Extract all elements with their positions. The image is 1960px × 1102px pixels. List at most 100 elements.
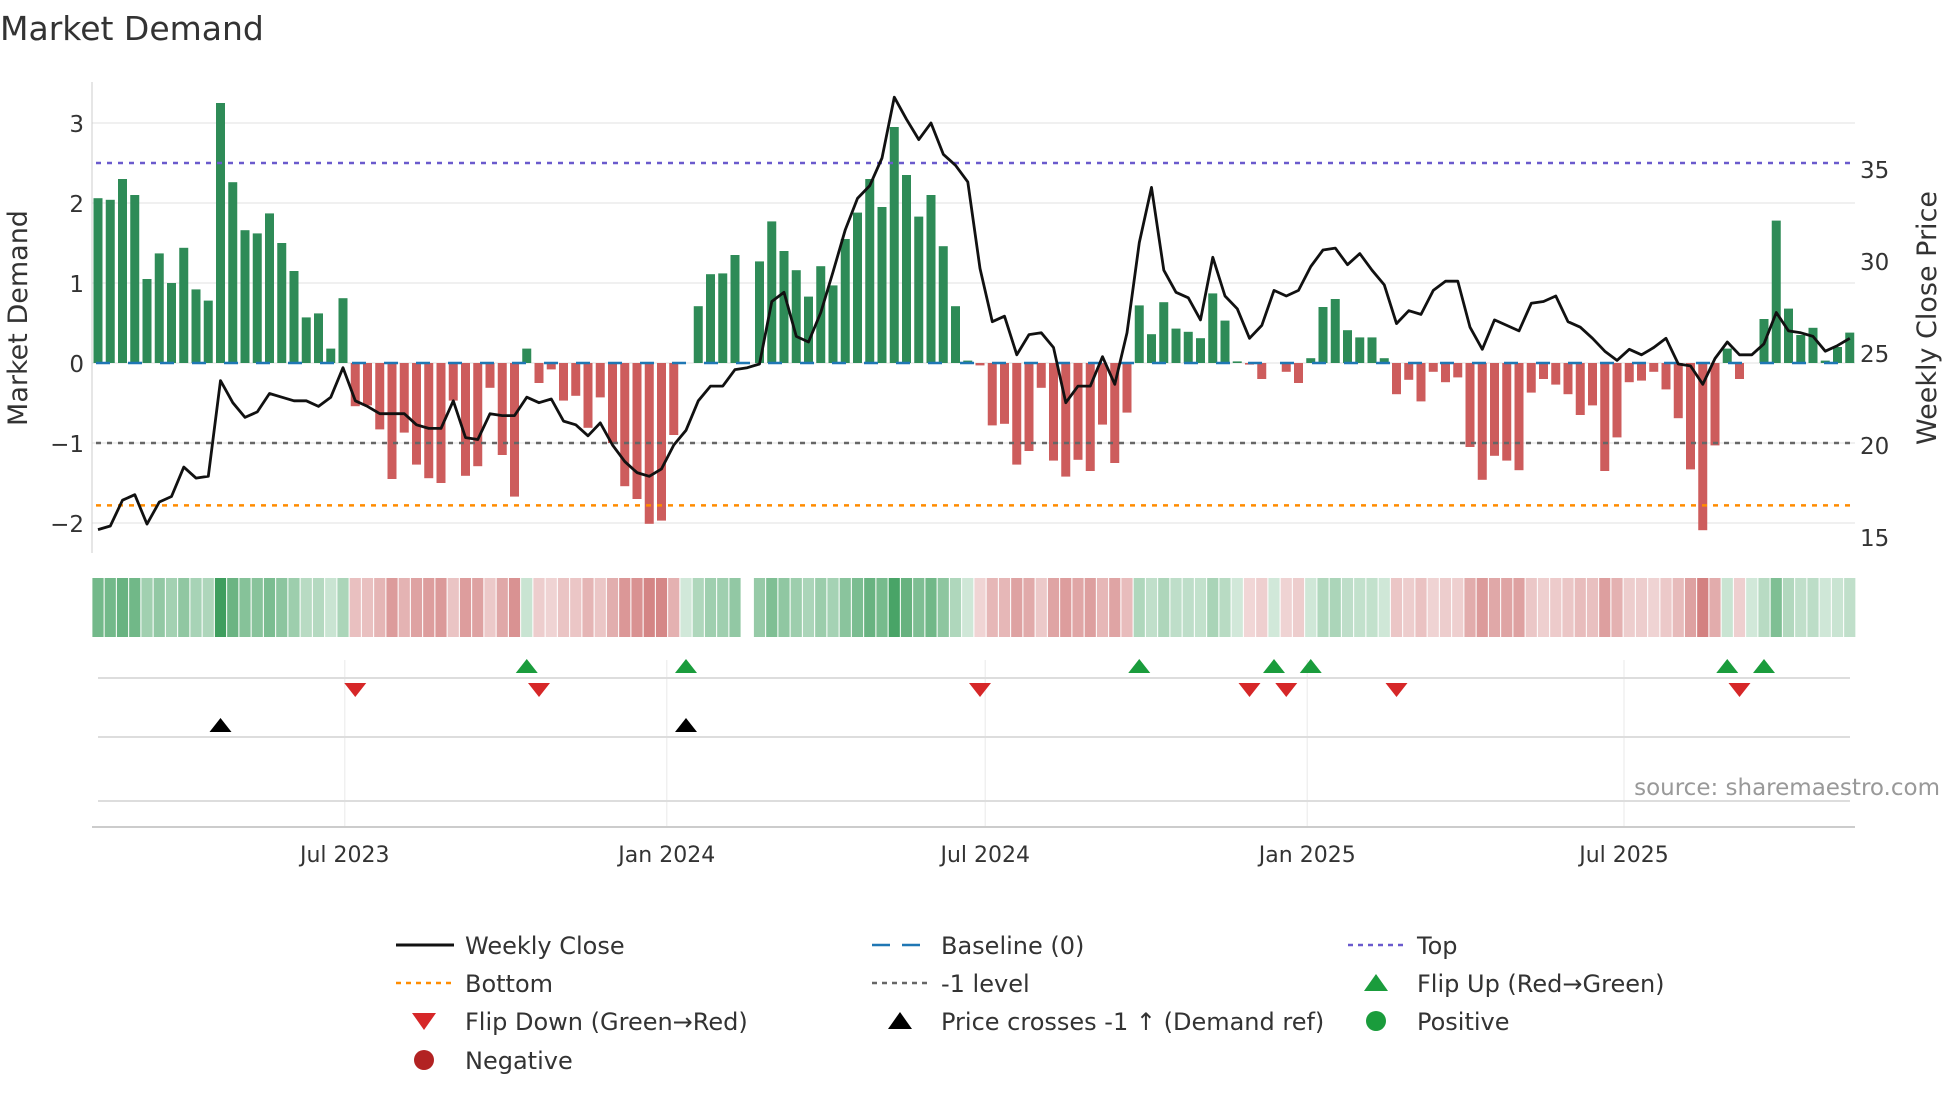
demand-bar xyxy=(461,363,470,476)
demand-bar xyxy=(1122,363,1132,413)
heat-strip-cell xyxy=(374,578,386,637)
heat-strip-cell xyxy=(239,578,251,637)
demand-bar xyxy=(840,239,850,363)
demand-bar xyxy=(608,363,617,443)
demand-bar xyxy=(1637,363,1646,381)
demand-bar xyxy=(693,306,703,363)
legend-label: Weekly Close xyxy=(465,932,625,960)
demand-bar xyxy=(669,363,679,435)
demand-bar xyxy=(363,363,372,406)
demand-bar xyxy=(559,363,568,401)
right-tick-label: 35 xyxy=(1860,158,1889,184)
flip-up-marker xyxy=(515,659,538,673)
heat-strip-cell xyxy=(1035,578,1047,637)
demand-bar xyxy=(448,363,458,401)
legend-item: Flip Down (Green→Red) xyxy=(412,1008,748,1036)
demand-bar xyxy=(399,363,409,433)
heat-strip-cell xyxy=(1439,578,1452,637)
x-tick-label: Jan 2024 xyxy=(616,843,715,868)
demand-bar xyxy=(975,363,985,366)
demand-bar xyxy=(473,363,483,467)
chart-title: Market Demand xyxy=(0,9,264,48)
heat-strip-cell xyxy=(839,578,851,637)
heat-strip-cell xyxy=(459,578,472,637)
heat-strip-cell xyxy=(692,578,704,637)
demand-bar xyxy=(93,198,103,363)
heat-strip-cell xyxy=(1709,578,1721,637)
source-note: source: sharemaestro.com xyxy=(1634,775,1940,801)
legend-item: Price crosses -1 ↑ (Demand ref) xyxy=(888,1008,1324,1036)
heat-strip-cell xyxy=(1795,578,1807,637)
heat-strip-cell xyxy=(484,578,496,637)
y-axis-label: Market Demand xyxy=(3,210,34,426)
heat-strip-cell xyxy=(876,578,888,637)
heat-strip-cell xyxy=(288,578,300,637)
y2-axis-label: Weekly Close Price xyxy=(1912,191,1943,445)
legend-item: Positive xyxy=(1366,1008,1510,1036)
heat-strip-cell xyxy=(1611,578,1623,637)
price-cross-marker xyxy=(209,718,232,732)
demand-bar xyxy=(877,207,887,363)
demand-bar xyxy=(1416,363,1426,402)
heat-strip-cell xyxy=(570,578,582,637)
demand-bar xyxy=(1526,363,1536,393)
heat-strip-cell xyxy=(1844,578,1856,637)
legend-triangle-up-icon xyxy=(888,1012,912,1029)
demand-bar xyxy=(1624,363,1634,383)
demand-bar xyxy=(1784,308,1793,363)
heat-strip-cell xyxy=(190,578,202,637)
heat-strip-cell xyxy=(178,578,190,637)
heat-strip-cell xyxy=(312,578,325,637)
market-demand-chart: Market Demand Market Demand Weekly Close… xyxy=(0,9,1943,1075)
right-tick-label: 25 xyxy=(1860,342,1889,368)
legend-label: Baseline (0) xyxy=(941,932,1084,960)
heat-strip-cell xyxy=(435,578,447,637)
heat-strip-cell xyxy=(1194,578,1207,637)
demand-bar xyxy=(1477,363,1487,480)
demand-bar xyxy=(338,298,348,363)
heat-strip-cell xyxy=(398,578,410,637)
heat-strip-cell xyxy=(1635,578,1648,637)
left-tick-label: 2 xyxy=(69,192,84,218)
demand-bar xyxy=(1796,335,1806,363)
heat-strip-cell xyxy=(1109,578,1121,637)
heat-strip-cell xyxy=(1427,578,1439,637)
heat-strip-cell xyxy=(1648,578,1660,637)
demand-bar xyxy=(1036,363,1046,388)
heat-strip-cell xyxy=(704,578,717,637)
demand-bar xyxy=(951,306,960,363)
heat-strip-cell xyxy=(1047,578,1060,637)
demand-bar xyxy=(1294,363,1303,383)
heat-strip-cell xyxy=(986,578,998,637)
x-tick-label: Jul 2024 xyxy=(938,843,1030,868)
heat-strip-cell xyxy=(1476,578,1488,637)
heat-strip-cell xyxy=(116,578,129,637)
demand-bar xyxy=(485,363,495,388)
legend-item: Bottom xyxy=(396,970,553,998)
demand-bar xyxy=(216,103,225,363)
heat-strip-cell xyxy=(1831,578,1844,637)
heat-strip-cell xyxy=(1488,578,1501,637)
demand-bar xyxy=(142,279,152,363)
legend-label: -1 level xyxy=(941,970,1030,998)
left-tick-label: 0 xyxy=(69,352,84,378)
demand-bar xyxy=(167,283,176,363)
demand-bar xyxy=(1661,363,1671,390)
heat-strip-cell xyxy=(766,578,778,637)
demand-bar xyxy=(1257,363,1267,379)
demand-bar xyxy=(412,363,421,465)
flip-up-marker xyxy=(1128,659,1151,673)
demand-bar xyxy=(1563,363,1573,395)
legend-circle-icon xyxy=(1366,1011,1386,1031)
heat-strip-cell xyxy=(1329,578,1341,637)
heat-strip-cell xyxy=(729,578,741,637)
demand-bar xyxy=(1183,331,1193,363)
heat-strip-cell xyxy=(153,578,165,637)
heat-strip-cell xyxy=(888,578,900,637)
heat-strip-cell xyxy=(1305,578,1317,637)
demand-bar xyxy=(730,255,740,363)
heat-strip-cell xyxy=(790,578,802,637)
demand-bar xyxy=(1281,363,1291,372)
heat-strip-cell xyxy=(619,578,631,637)
demand-bar xyxy=(424,363,434,479)
